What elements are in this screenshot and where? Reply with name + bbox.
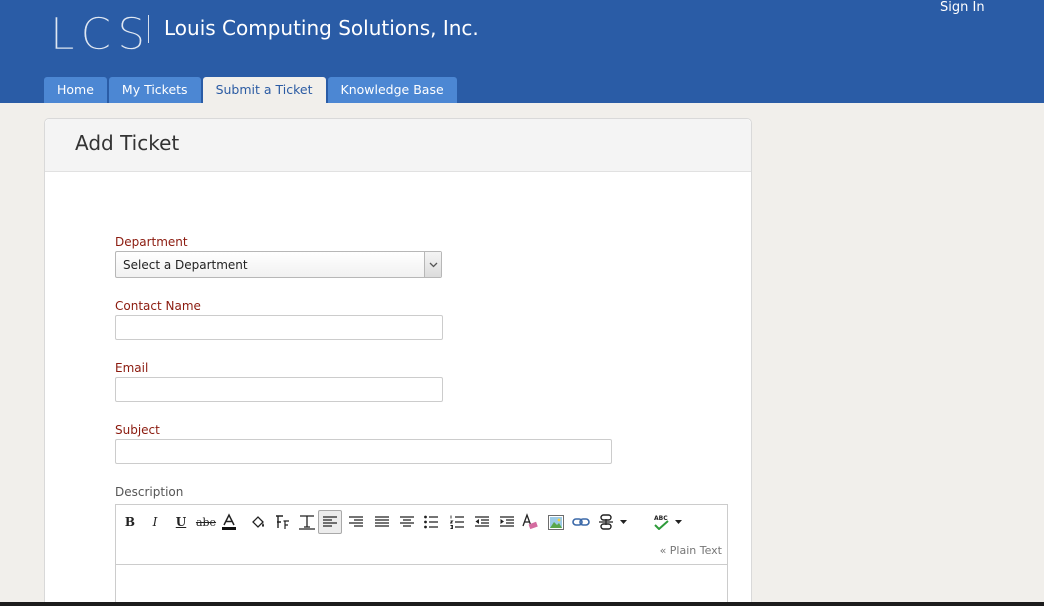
align-center-icon[interactable]	[395, 510, 419, 534]
align-right-icon[interactable]	[344, 510, 368, 534]
bold-icon[interactable]: B	[118, 510, 142, 534]
subject-input[interactable]	[115, 439, 612, 464]
outdent-icon[interactable]	[470, 510, 494, 534]
panel-header: Add Ticket	[45, 119, 751, 172]
justify-icon[interactable]	[370, 510, 394, 534]
site-header: LCS Louis Computing Solutions, Inc. Sign…	[0, 0, 1044, 103]
contact-name-label: Contact Name	[115, 299, 201, 313]
svg-text:ABC: ABC	[654, 515, 668, 522]
tab-submit-ticket[interactable]: Submit a Ticket	[202, 77, 326, 103]
indent-icon[interactable]	[495, 510, 519, 534]
company-logo: LCS	[50, 9, 152, 61]
chevron-down-icon[interactable]	[424, 252, 441, 277]
tab-home[interactable]: Home	[44, 77, 107, 103]
department-selected-value: Select a Department	[123, 258, 248, 272]
font-family-icon[interactable]	[271, 510, 295, 534]
spellcheck-dropdown-icon[interactable]	[671, 510, 685, 534]
tab-my-tickets[interactable]: My Tickets	[108, 77, 201, 103]
bottom-bar	[0, 602, 1044, 606]
editor-toolbar: B I U abe ABC « Plain Text	[116, 505, 727, 565]
numbered-list-icon[interactable]	[445, 510, 469, 534]
email-label: Email	[115, 361, 149, 375]
font-size-icon[interactable]	[295, 510, 319, 534]
department-select[interactable]: Select a Department	[115, 251, 442, 278]
spellcheck-icon[interactable]: ABC	[649, 510, 673, 534]
subject-label: Subject	[115, 423, 160, 437]
description-editor: B I U abe ABC « Plain Text	[115, 504, 728, 606]
image-icon[interactable]	[544, 510, 568, 534]
contact-name-input[interactable]	[115, 315, 443, 340]
main-nav: Home My Tickets Submit a Ticket Knowledg…	[44, 77, 457, 103]
page-title: Add Ticket	[75, 131, 180, 155]
company-name: Louis Computing Solutions, Inc.	[164, 16, 479, 40]
tab-knowledge-base[interactable]: Knowledge Base	[327, 77, 457, 103]
department-label: Department	[115, 235, 188, 249]
remove-format-icon[interactable]	[518, 510, 542, 534]
underline-icon[interactable]: U	[169, 510, 193, 534]
align-left-icon[interactable]	[318, 510, 342, 534]
description-label: Description	[115, 485, 184, 499]
logo-divider	[148, 15, 149, 43]
bullet-list-icon[interactable]	[419, 510, 443, 534]
sign-in-link[interactable]: Sign In	[940, 0, 985, 15]
plain-text-link[interactable]: « Plain Text	[660, 544, 722, 557]
add-ticket-panel: Add Ticket Department Select a Departmen…	[44, 118, 752, 606]
highlight-icon[interactable]	[246, 510, 270, 534]
italic-icon[interactable]: I	[143, 510, 167, 534]
email-input[interactable]	[115, 377, 443, 402]
unlink-icon[interactable]	[594, 510, 618, 534]
link-icon[interactable]	[569, 510, 593, 534]
dropdown-arrow-icon[interactable]	[616, 510, 630, 534]
font-color-icon[interactable]	[217, 510, 241, 534]
strikethrough-icon[interactable]: abe	[194, 510, 218, 534]
